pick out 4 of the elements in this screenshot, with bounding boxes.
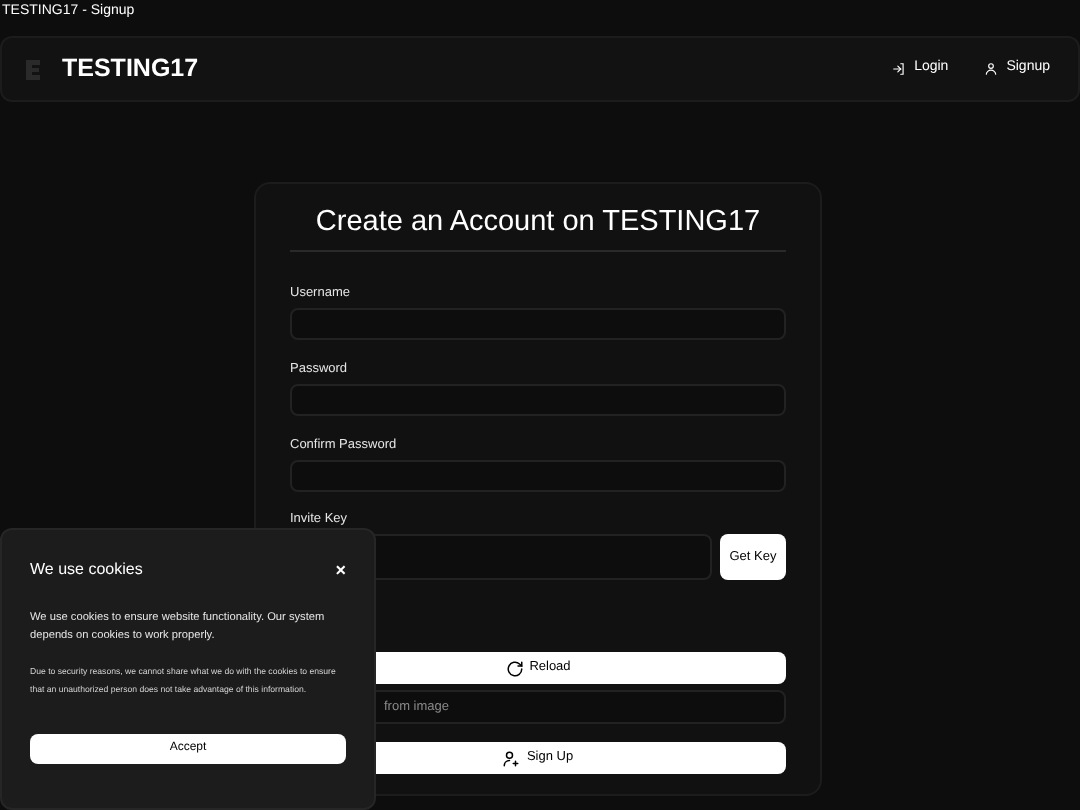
form-title: Create an Account on TESTING17	[313, 204, 763, 242]
close-button[interactable]: ×	[335, 561, 346, 579]
brand-name: TESTING17	[62, 52, 199, 87]
banner-title: We use cookies	[30, 558, 143, 582]
